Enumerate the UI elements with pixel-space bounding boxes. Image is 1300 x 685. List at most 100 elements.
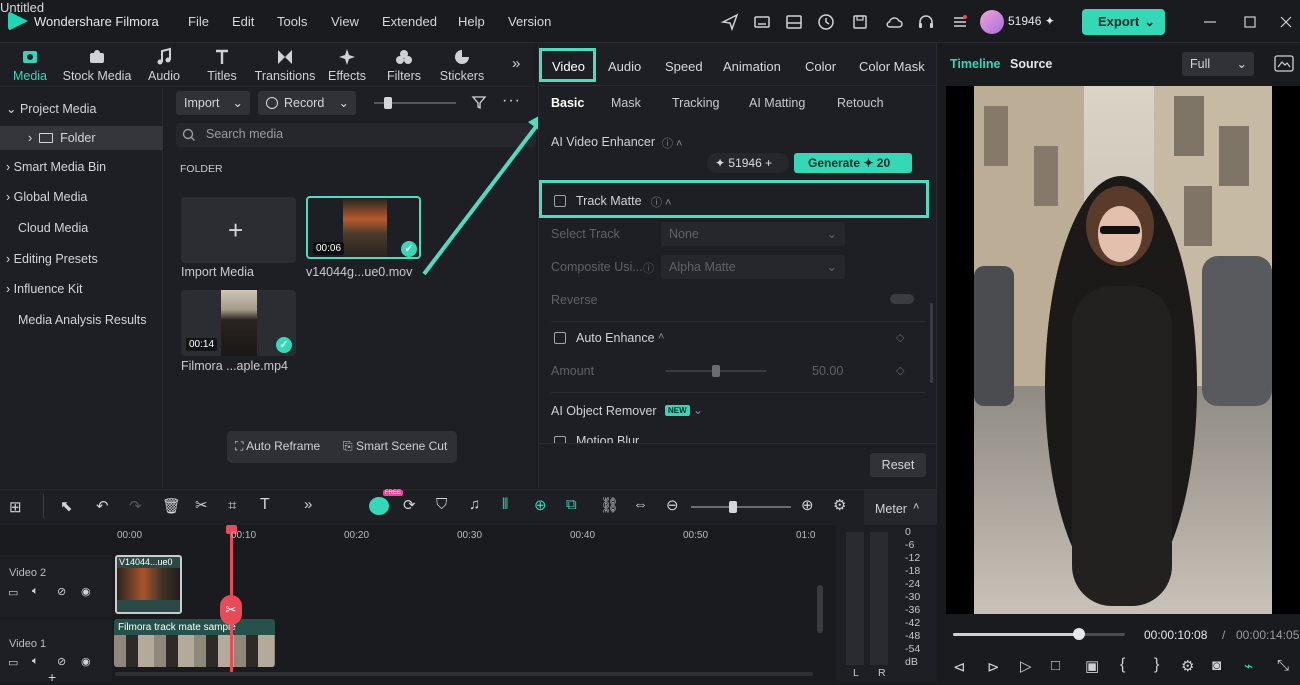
tab-color[interactable]: Color bbox=[805, 59, 836, 74]
playback-progress[interactable] bbox=[953, 633, 1125, 636]
keyboard-icon[interactable] bbox=[752, 12, 772, 32]
speaker-icon[interactable]: 🔈︎ bbox=[32, 655, 39, 668]
tab-titles[interactable]: Titles bbox=[202, 43, 242, 87]
zoom-slider-thumb[interactable] bbox=[729, 501, 737, 513]
mark-in-icon[interactable]: { bbox=[1120, 656, 1125, 674]
shield-icon[interactable]: ⛉ bbox=[436, 496, 447, 513]
nav-global-media[interactable]: › Global Media bbox=[0, 185, 163, 209]
chevron-down-icon[interactable]: ⌄ bbox=[693, 403, 703, 417]
fullscreen-icon[interactable]: ⤡ bbox=[1277, 657, 1289, 674]
slider-thumb[interactable] bbox=[384, 97, 392, 109]
nav-media-analysis-results[interactable]: Media Analysis Results bbox=[0, 308, 163, 332]
nav-editing-presets[interactable]: › Editing Presets bbox=[0, 247, 163, 271]
unlink-icon[interactable]: ⛓ bbox=[600, 496, 619, 514]
menu-version[interactable]: Version bbox=[508, 14, 551, 29]
menu-view[interactable]: View bbox=[331, 14, 359, 29]
props-scrollbar[interactable] bbox=[930, 303, 933, 383]
tab-video[interactable]: Video bbox=[552, 59, 585, 74]
subtab-retouch[interactable]: Retouch bbox=[837, 96, 884, 110]
timeline-clip-video-2[interactable]: V14044...ue0 bbox=[115, 555, 182, 614]
credits-count[interactable]: 51946 ✦ bbox=[1008, 14, 1055, 28]
save-icon[interactable] bbox=[850, 12, 870, 32]
playhead-handle[interactable] bbox=[1072, 628, 1085, 640]
track-matte-checkbox[interactable] bbox=[554, 195, 566, 207]
keyframe-icon[interactable]: ◇ bbox=[896, 364, 904, 377]
folder-icon[interactable]: ▭ bbox=[8, 656, 18, 669]
audio-monitor-icon[interactable]: ⌁ bbox=[1244, 657, 1253, 675]
zoom-in-icon[interactable]: ⊕ bbox=[801, 496, 814, 514]
stop-icon[interactable]: □ bbox=[1051, 657, 1060, 674]
smart-scene-cut-button[interactable]: ⎘ Smart Scene Cut bbox=[343, 439, 447, 454]
redo-icon[interactable]: ↷ bbox=[129, 497, 142, 515]
subtab-ai-matting[interactable]: AI Matting bbox=[749, 96, 805, 110]
amount-slider-thumb[interactable] bbox=[712, 365, 720, 377]
mute-track-icon[interactable]: ⊘ bbox=[57, 585, 66, 598]
reset-button[interactable]: Reset bbox=[870, 453, 926, 477]
preview-video[interactable] bbox=[974, 86, 1272, 614]
more-tabs-icon[interactable]: » bbox=[512, 55, 520, 72]
media-clip-1[interactable]: 00:06 ✓ bbox=[306, 196, 421, 259]
menu-edit[interactable]: Edit bbox=[232, 14, 254, 29]
step-forward-icon[interactable]: ⊳ bbox=[987, 658, 1000, 676]
tab-audio-props[interactable]: Audio bbox=[608, 59, 641, 74]
tab-filters[interactable]: Filters bbox=[384, 43, 424, 87]
beat-icon[interactable]: ♫ bbox=[469, 496, 480, 513]
minimize-icon[interactable] bbox=[1200, 12, 1220, 32]
folder-icon[interactable]: ▭ bbox=[8, 586, 18, 599]
play-icon[interactable]: ▷ bbox=[1020, 657, 1032, 675]
text-icon[interactable]: T bbox=[260, 496, 270, 514]
tab-speed[interactable]: Speed bbox=[665, 59, 703, 74]
nav-folder[interactable]: › Folder bbox=[0, 126, 163, 150]
tab-effects[interactable]: Effects bbox=[326, 43, 368, 87]
tab-stock-media[interactable]: Stock Media bbox=[60, 43, 134, 87]
eye-icon[interactable]: ◉ bbox=[81, 585, 91, 598]
close-icon[interactable] bbox=[1276, 12, 1296, 32]
render-preview-icon[interactable]: ▣ bbox=[1085, 657, 1099, 675]
auto-reframe-button[interactable]: ⛶ Auto Reframe bbox=[235, 439, 320, 454]
motion-blur-checkbox[interactable] bbox=[554, 436, 566, 443]
maximize-icon[interactable] bbox=[1240, 12, 1260, 32]
keyframe-icon[interactable]: ◇ bbox=[896, 331, 904, 344]
eye-icon[interactable]: ◉ bbox=[81, 655, 91, 668]
headset-icon[interactable] bbox=[916, 12, 936, 32]
auto-enhance-checkbox[interactable] bbox=[554, 332, 566, 344]
scissors-icon[interactable]: ✂ bbox=[220, 595, 242, 625]
crop-icon[interactable]: ⌗ bbox=[228, 497, 236, 514]
nav-project-media[interactable]: ⌄ Project Media bbox=[0, 97, 163, 121]
link-clips-icon[interactable]: ⧉ bbox=[566, 496, 577, 513]
tab-stickers[interactable]: Stickers bbox=[438, 43, 486, 87]
record-button[interactable]: Record ⌄ bbox=[258, 91, 356, 115]
tab-audio[interactable]: Audio bbox=[144, 43, 184, 87]
timeline-vscroll[interactable] bbox=[817, 585, 823, 633]
layout-icon[interactable] bbox=[784, 12, 804, 32]
tab-media[interactable]: Media bbox=[8, 43, 52, 87]
select-track-dropdown[interactable]: None ⌄ bbox=[661, 222, 845, 246]
tab-color-mask[interactable]: Color Mask bbox=[859, 59, 925, 74]
mute-track-icon[interactable]: ⊘ bbox=[57, 655, 66, 668]
user-avatar[interactable] bbox=[980, 10, 1004, 34]
delete-icon[interactable]: 🗑 bbox=[162, 497, 181, 515]
marker-icon[interactable]: ⊕ bbox=[534, 496, 547, 514]
menu-list-icon[interactable] bbox=[950, 12, 970, 32]
timeline-clip-video-1[interactable]: Filmora track mate sample bbox=[114, 619, 275, 667]
cloud-upload-icon[interactable] bbox=[884, 12, 904, 32]
split-icon[interactable]: ✂ bbox=[195, 496, 208, 514]
snapshot-compare-icon[interactable] bbox=[1274, 55, 1294, 73]
more-tools-icon[interactable]: » bbox=[304, 496, 312, 513]
step-back-icon[interactable]: ⊲ bbox=[953, 658, 966, 676]
speaker-icon[interactable]: 🔈︎ bbox=[32, 585, 39, 598]
subtab-basic[interactable]: Basic bbox=[551, 96, 584, 110]
mark-out-icon[interactable]: } bbox=[1154, 656, 1159, 674]
tab-transitions[interactable]: Transitions bbox=[254, 43, 316, 87]
import-button[interactable]: Import ⌄ bbox=[176, 91, 250, 115]
add-track-icon[interactable]: + bbox=[48, 669, 56, 685]
menu-extended[interactable]: Extended bbox=[382, 14, 437, 29]
nav-influence-kit[interactable]: › Influence Kit bbox=[0, 277, 163, 301]
timeline-zoom-slider[interactable] bbox=[691, 506, 791, 508]
help-icon[interactable]: ⓘ ˄ bbox=[651, 194, 671, 210]
select-tool-icon[interactable]: ⬉ bbox=[60, 497, 73, 515]
quality-dropdown[interactable]: Full ⌄ bbox=[1182, 52, 1254, 76]
media-clip-2[interactable]: 00:14 ✓ bbox=[181, 290, 296, 356]
layout-grid-icon[interactable]: ⊞ bbox=[9, 498, 22, 516]
menu-help[interactable]: Help bbox=[458, 14, 485, 29]
